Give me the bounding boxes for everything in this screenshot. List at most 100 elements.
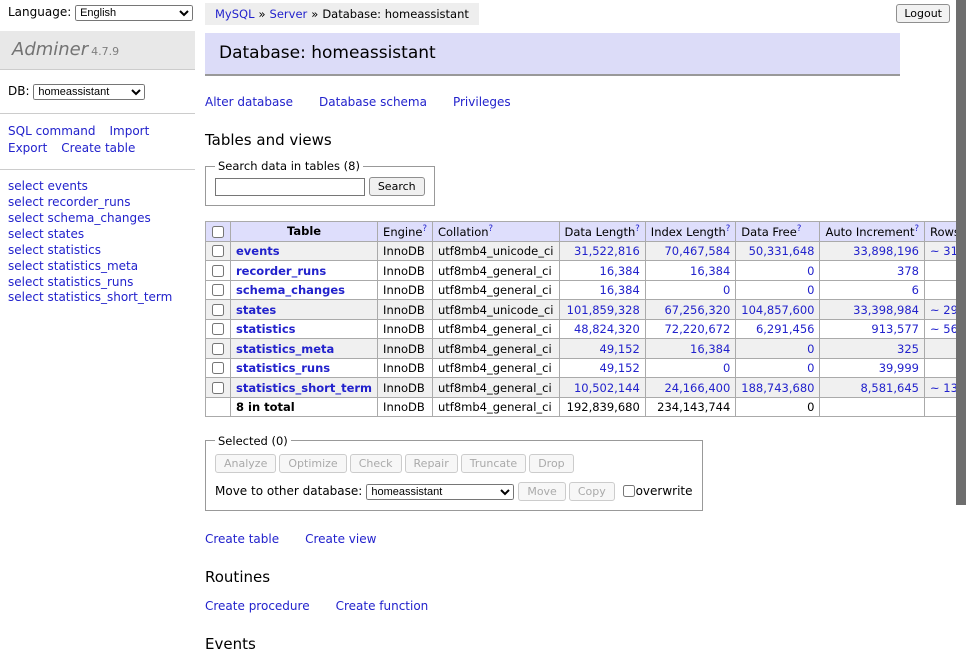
auto-increment-link[interactable]: 8,581,645	[860, 381, 919, 395]
table-name-link[interactable]: statistics_meta	[236, 342, 334, 356]
index-length-link[interactable]: 16,384	[690, 342, 730, 356]
auto-increment-link[interactable]: 33,898,196	[853, 244, 919, 258]
help-link[interactable]: ?	[914, 225, 919, 239]
row-checkbox[interactable]	[212, 284, 224, 296]
data-length-link[interactable]: 101,859,328	[567, 303, 640, 317]
move-button[interactable]: Move	[518, 482, 566, 501]
sidebar-link-create-table[interactable]: Create table	[61, 141, 135, 155]
auto-increment-link[interactable]: 33,398,984	[853, 303, 919, 317]
overwrite-checkbox[interactable]	[623, 485, 635, 497]
select-link[interactable]: select	[8, 195, 44, 209]
data-length-link[interactable]: 49,152	[600, 342, 640, 356]
select-link[interactable]: select	[8, 259, 44, 273]
link-create-procedure[interactable]: Create procedure	[205, 599, 310, 613]
row-checkbox[interactable]	[212, 382, 224, 394]
auto-increment-link[interactable]: 378	[897, 264, 919, 278]
data-free-link[interactable]: 0	[807, 283, 814, 297]
data-length-link[interactable]: 48,824,320	[574, 322, 640, 336]
select-link[interactable]: select	[8, 211, 44, 225]
help-link[interactable]: ?	[797, 225, 802, 239]
select-link[interactable]: select	[8, 290, 44, 304]
data-free-link[interactable]: 6,291,456	[756, 322, 815, 336]
link-create-function[interactable]: Create function	[336, 599, 429, 613]
index-length-link[interactable]: 67,256,320	[664, 303, 730, 317]
data-length-link[interactable]: 10,502,144	[574, 381, 640, 395]
data-length-link[interactable]: 16,384	[600, 283, 640, 297]
data-length-link[interactable]: 49,152	[600, 361, 640, 375]
auto-increment-link[interactable]: 913,577	[871, 322, 919, 336]
index-length-link[interactable]: 72,220,672	[664, 322, 730, 336]
auto-increment-link[interactable]: 39,999	[879, 361, 919, 375]
sidebar-table-link[interactable]: statistics_runs	[47, 275, 133, 289]
db-select[interactable]: homeassistant	[33, 84, 145, 100]
data-free-link[interactable]: 0	[807, 361, 814, 375]
data-free-link[interactable]: 0	[807, 264, 814, 278]
sidebar-table-link[interactable]: recorder_runs	[47, 195, 130, 209]
sidebar-table-link[interactable]: events	[47, 179, 87, 193]
analyze-button[interactable]: Analyze	[215, 454, 276, 473]
app-name[interactable]: Adminer	[12, 39, 88, 60]
auto-increment-link[interactable]: 6	[912, 283, 919, 297]
help-link[interactable]: ?	[726, 225, 731, 239]
help-link[interactable]: ?	[635, 225, 640, 239]
link-privileges[interactable]: Privileges	[453, 95, 511, 109]
copy-button[interactable]: Copy	[569, 482, 615, 501]
table-name-link[interactable]: statistics	[236, 322, 296, 336]
data-free-link[interactable]: 104,857,600	[741, 303, 814, 317]
row-checkbox[interactable]	[212, 362, 224, 374]
select-all-checkbox[interactable]	[212, 226, 224, 238]
row-checkbox[interactable]	[212, 245, 224, 257]
sidebar-table-link[interactable]: statistics	[47, 243, 101, 257]
search-button[interactable]: Search	[369, 177, 425, 196]
table-name-link[interactable]: states	[236, 303, 276, 317]
sidebar-table-link[interactable]: schema_changes	[47, 211, 150, 225]
sidebar-table-link[interactable]: statistics_meta	[47, 259, 138, 273]
scrollbar-thumb[interactable]	[956, 0, 966, 505]
logout-button[interactable]: Logout	[896, 4, 950, 23]
row-checkbox[interactable]	[212, 343, 224, 355]
help-link[interactable]: ?	[489, 225, 494, 239]
sidebar-link-sql-command[interactable]: SQL command	[8, 124, 95, 138]
table-name-link[interactable]: recorder_runs	[236, 264, 326, 278]
search-input[interactable]	[215, 178, 365, 196]
help-link[interactable]: ?	[422, 225, 427, 239]
index-length-link[interactable]: 0	[723, 283, 730, 297]
sidebar-table-link[interactable]: statistics_short_term	[47, 290, 172, 304]
row-checkbox[interactable]	[212, 265, 224, 277]
table-name-link[interactable]: statistics_short_term	[236, 381, 372, 395]
index-length-link[interactable]: 70,467,584	[664, 244, 730, 258]
link-create-table[interactable]: Create table	[205, 532, 279, 546]
drop-button[interactable]: Drop	[529, 454, 573, 473]
row-checkbox[interactable]	[212, 304, 224, 316]
move-db-select[interactable]: homeassistant	[366, 484, 514, 500]
optimize-button[interactable]: Optimize	[279, 454, 346, 473]
select-link[interactable]: select	[8, 227, 44, 241]
breadcrumb-link-mysql[interactable]: MySQL	[215, 7, 255, 21]
table-name-link[interactable]: events	[236, 244, 280, 258]
data-length-link[interactable]: 31,522,816	[574, 244, 640, 258]
sidebar-link-import[interactable]: Import	[109, 124, 149, 138]
select-link[interactable]: select	[8, 179, 44, 193]
select-link[interactable]: select	[8, 243, 44, 257]
table-name-link[interactable]: statistics_runs	[236, 361, 330, 375]
index-length-link[interactable]: 16,384	[690, 264, 730, 278]
data-free-link[interactable]: 50,331,648	[749, 244, 815, 258]
link-alter-database[interactable]: Alter database	[205, 95, 293, 109]
check-button[interactable]: Check	[350, 454, 402, 473]
index-length-link[interactable]: 0	[723, 361, 730, 375]
sidebar-table-link[interactable]: states	[47, 227, 84, 241]
breadcrumb-link-server[interactable]: Server	[270, 7, 308, 21]
table-name-link[interactable]: schema_changes	[236, 283, 345, 297]
auto-increment-link[interactable]: 325	[897, 342, 919, 356]
row-checkbox[interactable]	[212, 323, 224, 335]
link-create-view[interactable]: Create view	[305, 532, 376, 546]
sidebar-link-export[interactable]: Export	[8, 141, 47, 155]
data-length-link[interactable]: 16,384	[600, 264, 640, 278]
scrollbar-track[interactable]	[956, 0, 966, 543]
select-link[interactable]: select	[8, 275, 44, 289]
link-database-schema[interactable]: Database schema	[319, 95, 427, 109]
index-length-link[interactable]: 24,166,400	[664, 381, 730, 395]
data-free-link[interactable]: 0	[807, 342, 814, 356]
repair-button[interactable]: Repair	[405, 454, 458, 473]
data-free-link[interactable]: 188,743,680	[741, 381, 814, 395]
